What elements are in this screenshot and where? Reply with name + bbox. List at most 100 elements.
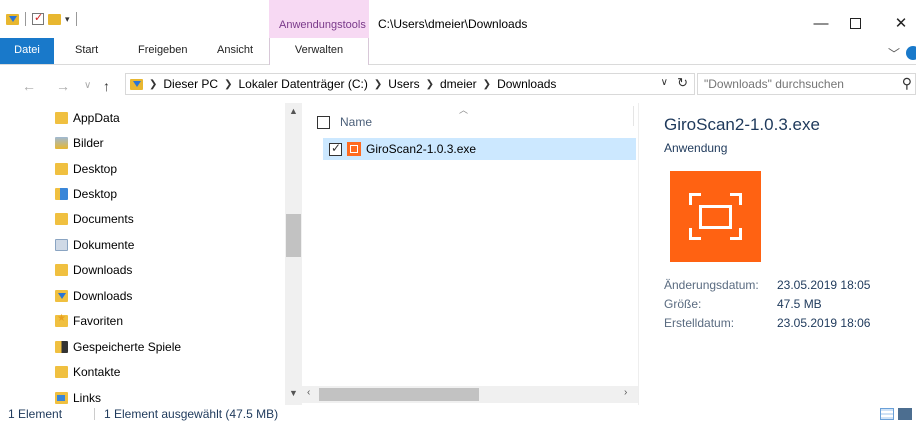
contacts-folder-icon — [55, 366, 68, 378]
expand-ribbon-chevron-icon[interactable]: ﹀ — [888, 45, 900, 62]
nav-item-label: Bilder — [73, 136, 104, 150]
toolbar-separator — [75, 12, 77, 26]
close-button[interactable]: ✕ — [878, 10, 916, 36]
nav-item-gespeicherte-spiele[interactable]: Gespeicherte Spiele — [55, 336, 181, 358]
properties-icon[interactable] — [32, 11, 44, 25]
tab-start[interactable]: Start — [75, 44, 98, 56]
sort-caret-icon: ︿ — [459, 105, 469, 115]
nav-item-label: Desktop — [73, 162, 118, 176]
nav-item-label: Dokumente — [73, 238, 135, 252]
nav-item-label: Downloads — [73, 289, 133, 303]
search-input[interactable] — [704, 75, 884, 93]
customize-toolbar-chevron-icon[interactable]: ▾ — [65, 14, 70, 25]
column-separator[interactable] — [633, 106, 634, 126]
tab-verwalten[interactable]: Verwalten — [269, 38, 369, 65]
scrollbar-thumb[interactable] — [319, 388, 479, 401]
nav-item-label: Gespeicherte Spiele — [73, 340, 182, 354]
large-icons-view-icon[interactable] — [898, 408, 912, 420]
nav-item-dokumente[interactable]: Dokumente — [55, 234, 134, 256]
prop-label-modified: Änderungsdatum: — [664, 278, 759, 292]
nav-item-appdata[interactable]: AppData — [55, 107, 120, 129]
column-header-name[interactable]: Name — [317, 109, 372, 135]
details-view-icon[interactable] — [880, 408, 894, 420]
context-tab-group-label: Anwendungstools — [279, 19, 366, 31]
status-selection: 1 Element ausgewählt (47.5 MB) — [104, 407, 279, 421]
nav-item-documents[interactable]: Documents — [55, 208, 134, 230]
details-pane: GiroScan2-1.0.3.exe Anwendung Änderungsd… — [638, 103, 916, 405]
address-bar[interactable]: ❯ Dieser PC ❯ Lokaler Datenträger (C:) ❯… — [125, 73, 695, 95]
toolbar-separator — [25, 12, 26, 26]
nav-item-label: Links — [73, 391, 102, 405]
select-all-checkbox[interactable] — [317, 115, 330, 129]
breadcrumb-chevron-icon[interactable]: ❯ — [483, 79, 491, 90]
scroll-up-arrow-icon[interactable]: ▲ — [289, 106, 298, 116]
breadcrumb-lokaler-datentraeger[interactable]: Lokaler Datenträger (C:) — [238, 77, 367, 91]
downloads-folder-icon — [55, 290, 68, 302]
status-bar: 1 Element 1 Element ausgewählt (47.5 MB) — [0, 405, 916, 423]
folder-icon — [55, 112, 68, 124]
back-arrow-icon[interactable]: ← — [22, 78, 36, 94]
nav-item-downloads[interactable]: Downloads — [55, 259, 132, 281]
up-arrow-icon[interactable]: ↑ — [103, 78, 110, 94]
file-checkbox[interactable] — [329, 141, 342, 156]
file-row[interactable]: GiroScan2-1.0.3.exe — [323, 138, 636, 160]
file-list-horizontal-scrollbar[interactable]: ‹ › — [302, 386, 638, 403]
pictures-folder-icon — [55, 137, 68, 149]
refresh-icon[interactable]: ↻ — [677, 75, 688, 91]
scroll-right-arrow-icon[interactable]: › — [624, 387, 627, 398]
help-icon[interactable] — [906, 46, 916, 60]
status-item-count: 1 Element — [8, 407, 63, 421]
window-title: C:\Users\dmeier\Downloads — [378, 17, 528, 31]
maximize-button[interactable] — [832, 10, 878, 36]
breadcrumb-downloads[interactable]: Downloads — [497, 77, 556, 91]
scan-frame-icon — [689, 193, 742, 240]
prop-value-modified: 23.05.2019 18:05 — [777, 278, 871, 292]
nav-item-desktop[interactable]: Desktop — [55, 158, 117, 180]
breadcrumb-dmeier[interactable]: dmeier — [440, 77, 477, 91]
breadcrumb-chevron-icon[interactable]: ❯ — [374, 79, 382, 90]
address-history-chevron-icon[interactable]: ∨ — [661, 77, 668, 88]
tab-freigeben[interactable]: Freigeben — [138, 44, 188, 56]
breadcrumb-chevron-icon[interactable]: ❯ — [224, 79, 232, 90]
nav-item-desktop-library[interactable]: Desktop — [55, 183, 117, 205]
search-box[interactable]: ⚲ — [697, 73, 916, 95]
breadcrumb-chevron-icon[interactable]: ❯ — [426, 79, 434, 90]
tab-ansicht[interactable]: Ansicht — [217, 44, 253, 56]
breadcrumb-chevron-icon[interactable]: ❯ — [149, 79, 157, 90]
links-folder-icon — [55, 392, 68, 404]
breadcrumb-dieser-pc[interactable]: Dieser PC — [163, 77, 218, 91]
file-name: GiroScan2-1.0.3.exe — [366, 142, 477, 156]
scroll-left-arrow-icon[interactable]: ‹ — [307, 387, 310, 398]
recent-locations-chevron-icon[interactable]: ∨ — [84, 80, 91, 91]
quick-access-toolbar: ▾ — [6, 9, 79, 29]
prop-value-created: 23.05.2019 18:06 — [777, 316, 871, 330]
navigation-pane: AppData Bilder Desktop Desktop Documents… — [0, 103, 301, 405]
title-bar: ▾ Anwendungstools C:\Users\dmeier\Downlo… — [0, 0, 916, 38]
application-icon — [347, 142, 361, 156]
nav-item-bilder[interactable]: Bilder — [55, 132, 104, 154]
saved-games-folder-icon — [55, 341, 68, 353]
scrollbar-thumb[interactable] — [286, 214, 301, 257]
nav-item-downloads-library[interactable]: Downloads — [55, 285, 132, 307]
forward-arrow-icon[interactable]: → — [56, 78, 70, 94]
nav-item-label: Favoriten — [73, 314, 124, 328]
ribbon-tabs: Datei Start Freigeben Ansicht Verwalten — [0, 38, 916, 65]
column-header-label: Name — [340, 115, 373, 129]
nav-item-favoriten[interactable]: Favoriten — [55, 310, 123, 332]
breadcrumb-users[interactable]: Users — [388, 77, 419, 91]
context-tab-group: Anwendungstools — [269, 0, 369, 38]
nav-item-kontakte[interactable]: Kontakte — [55, 361, 120, 383]
new-folder-icon[interactable] — [48, 13, 61, 25]
scroll-down-arrow-icon[interactable]: ▼ — [289, 388, 298, 398]
folder-icon — [55, 264, 68, 276]
search-icon[interactable]: ⚲ — [902, 75, 912, 92]
tab-datei[interactable]: Datei — [0, 38, 54, 64]
downloads-folder-icon — [130, 78, 143, 90]
navigation-bar: ← → ∨ ↑ ❯ Dieser PC ❯ Lokaler Datenträge… — [0, 68, 916, 100]
details-file-name: GiroScan2-1.0.3.exe — [664, 115, 820, 134]
documents-folder-icon — [55, 239, 68, 251]
nav-item-label: Downloads — [73, 263, 133, 277]
nav-pane-scrollbar[interactable]: ▲ ▼ — [285, 103, 302, 405]
prop-label-size: Größe: — [664, 297, 702, 311]
folder-icon — [55, 213, 68, 225]
